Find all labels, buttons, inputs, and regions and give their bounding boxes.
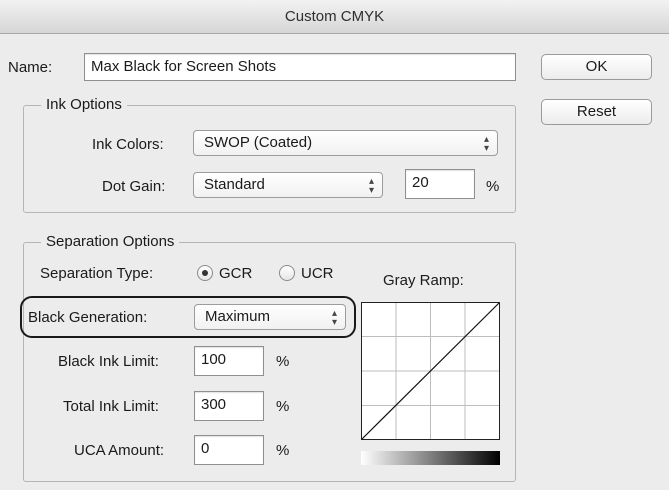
separation-options-legend: Separation Options	[41, 233, 180, 250]
black-ink-limit-percent-label: %	[276, 353, 290, 370]
up-down-arrows-icon: ▴ ▾	[368, 176, 374, 196]
ink-colors-label: Ink Colors:	[92, 136, 164, 153]
separation-type-label: Separation Type:	[40, 265, 154, 282]
gray-ramp-label: Gray Ramp:	[383, 272, 464, 289]
total-ink-limit-label: Total Ink Limit:	[63, 398, 159, 415]
radio-selected-icon	[202, 270, 208, 276]
black-generation-popup[interactable]: Maximum ▴ ▾	[194, 304, 346, 330]
uca-amount-label: UCA Amount:	[74, 442, 165, 459]
total-ink-limit-percent-label: %	[276, 398, 290, 415]
black-generation-value: Maximum	[205, 308, 271, 325]
gray-ramp-graph	[361, 302, 500, 440]
up-down-arrows-icon: ▴ ▾	[331, 308, 337, 328]
ok-button[interactable]: OK	[541, 54, 652, 80]
dot-gain-percent-label: %	[486, 178, 500, 195]
uca-amount-percent-label: %	[276, 442, 290, 459]
total-ink-limit-field[interactable]: 300	[194, 391, 264, 421]
title-bar: Custom CMYK	[0, 0, 669, 34]
ucr-label: UCR	[301, 265, 334, 282]
name-field[interactable]: Max Black for Screen Shots	[84, 53, 516, 81]
uca-amount-field[interactable]: 0	[194, 435, 264, 465]
dot-gain-label: Dot Gain:	[102, 178, 166, 195]
gcr-label: GCR	[219, 265, 253, 282]
black-ink-limit-label: Black Ink Limit:	[58, 353, 159, 370]
black-ink-limit-field[interactable]: 100	[194, 346, 264, 376]
dot-gain-value: Standard	[204, 176, 265, 193]
ink-options-legend: Ink Options	[41, 96, 127, 113]
gray-ramp-gradient-bar	[361, 451, 500, 465]
dot-gain-amount-field[interactable]: 20	[405, 169, 475, 199]
name-label: Name:	[8, 59, 53, 76]
up-down-arrows-icon: ▴ ▾	[483, 134, 489, 154]
black-generation-label: Black Generation:	[28, 309, 148, 326]
dot-gain-popup[interactable]: Standard ▴ ▾	[193, 172, 383, 198]
ink-colors-popup[interactable]: SWOP (Coated) ▴ ▾	[193, 130, 498, 156]
gcr-radio[interactable]	[197, 265, 213, 281]
ink-colors-value: SWOP (Coated)	[204, 134, 313, 151]
window-title: Custom CMYK	[284, 8, 385, 25]
ucr-radio[interactable]	[279, 265, 295, 281]
reset-button[interactable]: Reset	[541, 99, 652, 125]
